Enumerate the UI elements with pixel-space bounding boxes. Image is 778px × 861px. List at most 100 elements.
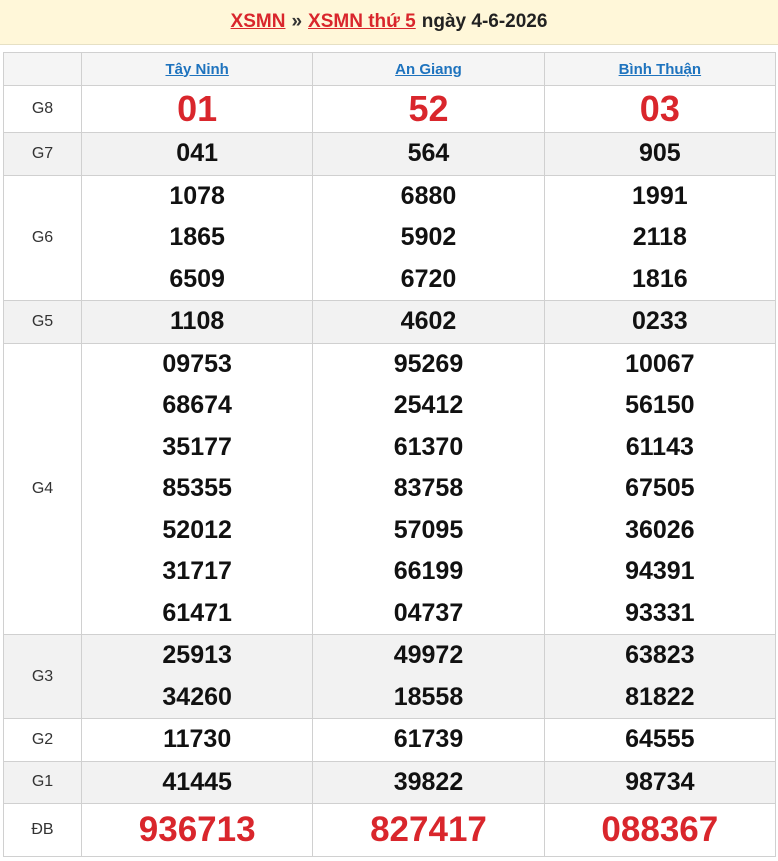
prize-cell: 63823 81822 (543, 634, 777, 719)
winning-number: 25913 (162, 641, 232, 669)
winning-number: 088367 (601, 810, 719, 849)
prize-cell: 25913 34260 (80, 634, 314, 719)
prize-cell: 10067 56150 61143 67505 36026 94391 93331 (543, 342, 777, 635)
prize-cell: 041 (80, 132, 314, 176)
winning-number: 6720 (400, 264, 457, 293)
prize-cell: 6880 5902 6720 (312, 174, 545, 301)
winning-number: 09753 (162, 349, 232, 378)
prize-row-g2: G2 11730 61739 64555 (3, 718, 777, 762)
results-table: Tây Ninh An Giang Bình Thuận G8 01 52 03 G7 0… (3, 52, 777, 857)
winning-number: 52012 (162, 515, 232, 544)
province-link-an-giang[interactable]: An Giang (395, 61, 462, 78)
prize-cell: 95269 25412 61370 83758 57095 66199 04737 (312, 342, 545, 635)
winning-number: 67505 (625, 474, 695, 502)
winning-number: 68674 (162, 391, 232, 419)
prize-cell: 088367 (543, 803, 777, 857)
winning-number: 04737 (393, 598, 464, 627)
winning-number: 61471 (162, 598, 232, 627)
prize-cell: 1991 2118 1816 (543, 174, 777, 301)
winning-number: 11730 (163, 725, 232, 753)
prize-label: G3 (3, 634, 82, 719)
prize-row-g7: G7 041 564 905 (3, 132, 777, 176)
prize-row-g3: G3 25913 34260 49972 18558 63823 81822 (3, 634, 777, 719)
winning-number: 1865 (169, 223, 225, 251)
winning-number: 83758 (393, 474, 464, 502)
province-header-row: Tây Ninh An Giang Bình Thuận (3, 52, 777, 86)
winning-number: 52 (408, 88, 449, 129)
winning-number: 01 (177, 88, 218, 129)
winning-number: 98734 (625, 767, 695, 796)
winning-number: 0233 (632, 307, 688, 335)
winning-number: 41445 (162, 767, 232, 796)
winning-number: 564 (407, 139, 450, 167)
winning-number: 35177 (162, 432, 232, 461)
winning-number: 1108 (170, 307, 225, 335)
winning-number: 56150 (625, 391, 695, 419)
winning-number: 041 (176, 139, 219, 167)
winning-number: 5902 (400, 223, 457, 251)
prize-cell: 936713 (80, 803, 314, 857)
prize-row-g4: G4 09753 68674 35177 85355 52012 31717 61471 952… (3, 342, 777, 635)
prize-row-đb: ĐB 936713 827417 088367 (3, 803, 777, 857)
prize-label: ĐB (3, 803, 82, 857)
breadcrumb-separator: » (291, 11, 303, 32)
prize-cell: 98734 (543, 760, 777, 804)
prize-cell: 11730 (80, 718, 314, 762)
prize-cell: 1108 (80, 300, 314, 344)
winning-number: 64555 (625, 725, 695, 753)
prize-cell: 49972 18558 (312, 634, 545, 719)
corner-cell (3, 52, 82, 86)
winning-number: 95269 (393, 349, 464, 378)
winning-number: 10067 (625, 349, 695, 378)
winning-number: 25412 (393, 391, 464, 419)
prize-cell: 4602 (312, 300, 545, 344)
prize-cell: 64555 (543, 718, 777, 762)
winning-number: 1078 (169, 181, 225, 210)
xsmn-thu5-link[interactable]: XSMN thứ 5 (308, 11, 416, 33)
prize-row-g1: G1 41445 39822 98734 (3, 760, 777, 804)
winning-number: 1991 (632, 181, 688, 210)
prize-cell: 905 (543, 132, 777, 176)
prize-label: G4 (3, 342, 82, 635)
province-header: Bình Thuận (543, 52, 777, 86)
prize-cell: 564 (312, 132, 545, 176)
prize-cell: 0233 (543, 300, 777, 344)
prize-cell: 61739 (312, 718, 545, 762)
prize-label: G1 (3, 760, 82, 804)
winning-number: 827417 (370, 810, 487, 849)
winning-number: 31717 (162, 557, 232, 585)
winning-number: 1816 (632, 264, 688, 293)
winning-number: 85355 (162, 474, 232, 502)
winning-number: 6509 (169, 264, 225, 293)
winning-number: 6880 (400, 181, 457, 210)
winning-number: 03 (639, 88, 680, 129)
prize-label: G7 (3, 132, 82, 176)
winning-number: 61370 (393, 432, 464, 461)
prize-row-g5: G5 1108 4602 0233 (3, 300, 777, 344)
winning-number: 39822 (393, 767, 464, 796)
winning-number: 49972 (393, 641, 464, 669)
winning-number: 57095 (393, 515, 464, 544)
winning-number: 63823 (625, 641, 695, 669)
winning-number: 93331 (625, 598, 695, 627)
draw-date: ngày 4-6-2026 (421, 11, 548, 32)
prize-cell: 827417 (312, 803, 545, 857)
prize-row-g6: G6 1078 1865 6509 6880 5902 6720 1991 2118 1816 (3, 174, 777, 301)
winning-number: 66199 (393, 557, 464, 585)
province-link-tay-ninh[interactable]: Tây Ninh (165, 61, 228, 78)
page-header: XSMN » XSMN thứ 5 ngày 4-6-2026 (0, 0, 778, 45)
prize-cell: 03 (543, 85, 777, 133)
province-header: An Giang (312, 52, 545, 86)
prize-cell: 41445 (80, 760, 314, 804)
winning-number: 2118 (632, 223, 687, 251)
winning-number: 34260 (162, 682, 232, 711)
prize-cell: 01 (80, 85, 314, 133)
xsmn-link[interactable]: XSMN (231, 11, 286, 33)
prize-label: G6 (3, 174, 82, 301)
prize-label: G8 (3, 85, 82, 133)
prize-cell: 1078 1865 6509 (80, 174, 314, 301)
winning-number: 905 (638, 139, 681, 167)
prize-cell: 09753 68674 35177 85355 52012 31717 61471 (80, 342, 314, 635)
winning-number: 61739 (393, 725, 464, 753)
province-link-binh-thuan[interactable]: Bình Thuận (619, 61, 702, 78)
